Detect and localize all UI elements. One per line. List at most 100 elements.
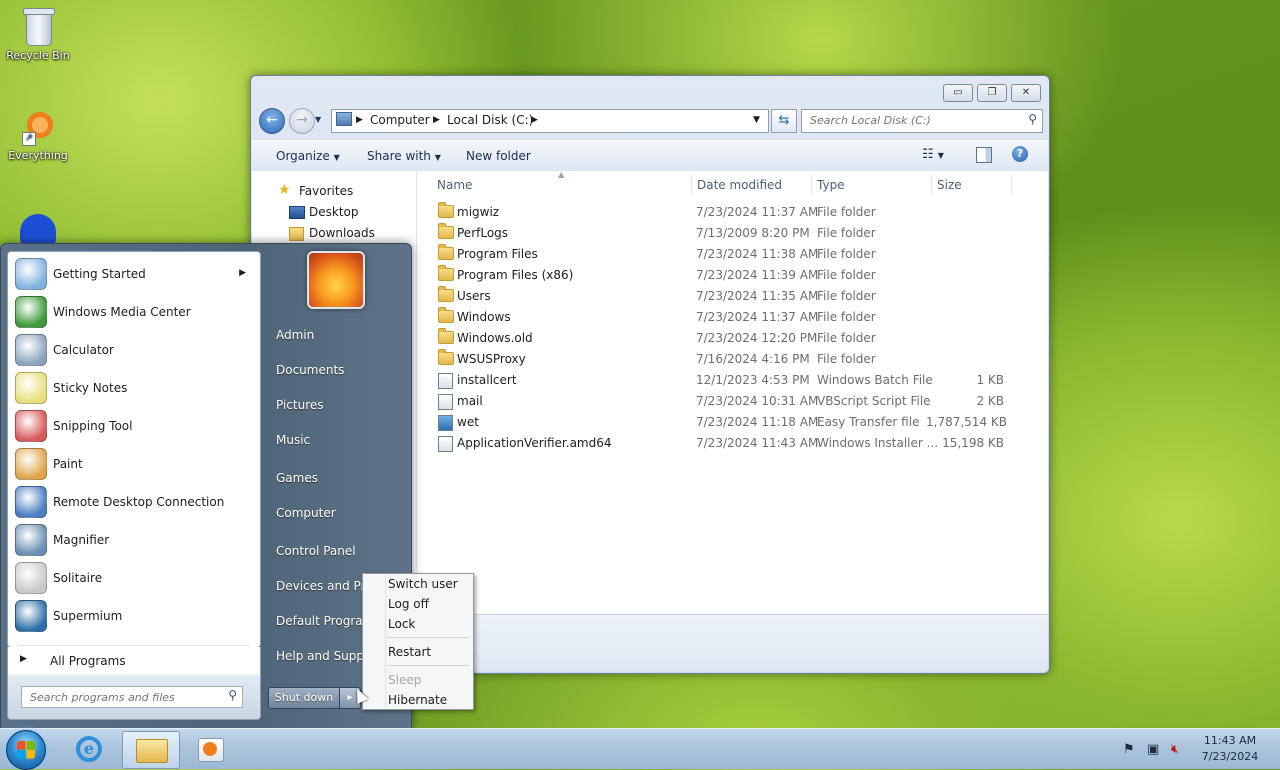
shutdown-button[interactable]: Shut down bbox=[268, 687, 340, 709]
column-header-size[interactable]: Size bbox=[937, 178, 962, 192]
forward-button[interactable]: → bbox=[289, 108, 315, 134]
column-header-name[interactable]: Name bbox=[437, 178, 472, 192]
start-place-games[interactable]: Games bbox=[276, 471, 396, 485]
all-programs-arrow-icon: ▶ bbox=[20, 654, 27, 664]
search-box[interactable]: ⚲ bbox=[801, 109, 1043, 133]
start-place-documents[interactable]: Documents bbox=[276, 363, 396, 377]
taskbar-media-player[interactable] bbox=[184, 731, 240, 767]
action-center-flag-icon[interactable]: ⚑ bbox=[1123, 742, 1135, 757]
navigation-bar: ← → ▼ ▶ Computer ▶ Local Disk (C:) ▶ ▼ ⇆… bbox=[257, 106, 1043, 136]
file-name: Users bbox=[457, 289, 491, 303]
breadcrumb-separator-icon: ▶ bbox=[356, 115, 363, 125]
file-row[interactable]: migwiz 7/23/2024 11:37 AM File folder bbox=[436, 202, 1016, 223]
menu-item-hibernate[interactable]: Hibernate bbox=[388, 693, 447, 707]
desktop-icon-everything[interactable]: ↗ Everything bbox=[0, 112, 76, 162]
breadcrumb-local-disk[interactable]: Local Disk (C:) bbox=[447, 113, 533, 127]
new-folder-button[interactable]: New folder bbox=[466, 149, 531, 163]
windows-explorer-folder-icon bbox=[136, 739, 168, 763]
start-program-item[interactable]: Remote Desktop Connection bbox=[12, 484, 256, 520]
address-bar[interactable]: ▶ Computer ▶ Local Disk (C:) ▶ ▼ bbox=[331, 109, 769, 133]
start-program-item[interactable]: Calculator bbox=[12, 332, 256, 368]
file-row[interactable]: wet 7/23/2024 11:18 AM Easy Transfer file 1… bbox=[436, 412, 1016, 433]
remote-desktop-icon bbox=[15, 486, 47, 518]
file-row[interactable]: Program Files (x86) 7/23/2024 11:39 AM Fil… bbox=[436, 265, 1016, 286]
file-row[interactable]: Users 7/23/2024 11:35 AM File folder bbox=[436, 286, 1016, 307]
file-size: 2 KB bbox=[976, 394, 1004, 408]
network-icon[interactable]: ▣ bbox=[1147, 742, 1159, 757]
start-program-item[interactable]: Solitaire bbox=[12, 560, 256, 596]
change-view-button[interactable]: ☷ ▼ bbox=[922, 147, 944, 162]
favorites-star-icon: ★ bbox=[278, 182, 291, 198]
file-row[interactable]: WSUSProxy 7/16/2024 4:16 PM File folder bbox=[436, 349, 1016, 370]
nav-favorites[interactable]: Favorites bbox=[299, 184, 353, 198]
magnifier-icon bbox=[15, 524, 47, 556]
start-program-item[interactable]: Snipping Tool bbox=[12, 408, 256, 444]
nav-desktop[interactable]: Desktop bbox=[309, 205, 359, 219]
file-row[interactable]: Program Files 7/23/2024 11:38 AM File fold… bbox=[436, 244, 1016, 265]
breadcrumb-computer[interactable]: Computer bbox=[370, 113, 430, 127]
file-type: Windows Batch File bbox=[817, 373, 933, 387]
share-with-button[interactable]: Share with ▼ bbox=[367, 149, 441, 163]
back-button[interactable]: ← bbox=[259, 108, 285, 134]
start-place-admin[interactable]: Admin bbox=[276, 328, 396, 342]
help-button[interactable]: ? bbox=[1012, 146, 1028, 162]
taskbar-windows-explorer[interactable] bbox=[122, 731, 180, 769]
start-search-input[interactable] bbox=[28, 690, 222, 705]
close-button[interactable]: ✕ bbox=[1011, 84, 1041, 102]
menu-item-lock[interactable]: Lock bbox=[388, 617, 415, 631]
column-separator[interactable] bbox=[931, 175, 932, 195]
organize-button[interactable]: Organize ▼ bbox=[276, 149, 340, 163]
menu-item-restart[interactable]: Restart bbox=[388, 645, 431, 659]
start-program-item[interactable]: Sticky Notes bbox=[12, 370, 256, 406]
menu-item-log-off[interactable]: Log off bbox=[388, 597, 429, 611]
start-menu: Getting Started ▶ Windows Media Center Calc… bbox=[0, 243, 412, 730]
file-row[interactable]: installcert 12/1/2023 4:53 PM Windows Batc… bbox=[436, 370, 1016, 391]
start-program-item[interactable]: Paint bbox=[12, 446, 256, 482]
start-button[interactable] bbox=[6, 730, 46, 770]
start-place-devices-and-printers[interactable]: Devices and Printers bbox=[276, 579, 362, 593]
file-name: Program Files (x86) bbox=[457, 268, 574, 282]
all-programs-button[interactable]: ▶ All Programs bbox=[7, 647, 261, 675]
file-name: WSUSProxy bbox=[457, 352, 526, 366]
refresh-button[interactable]: ⇆ bbox=[771, 109, 797, 133]
column-separator[interactable] bbox=[1011, 175, 1012, 195]
address-dropdown-icon[interactable]: ▼ bbox=[753, 115, 760, 125]
search-icon: ⚲ bbox=[1028, 112, 1037, 126]
volume-muted-icon[interactable]: 🔇︎ bbox=[1171, 742, 1179, 757]
start-place-help-and-support[interactable]: Help and Support bbox=[276, 649, 362, 663]
start-place-computer[interactable]: Computer bbox=[276, 506, 396, 520]
file-row[interactable]: PerfLogs 7/13/2009 8:20 PM File folder bbox=[436, 223, 1016, 244]
start-program-label: Sticky Notes bbox=[53, 381, 128, 395]
nav-downloads[interactable]: Downloads bbox=[309, 226, 375, 240]
start-program-item[interactable]: Getting Started ▶ bbox=[12, 256, 256, 292]
column-header-type[interactable]: Type bbox=[817, 178, 845, 192]
start-place-control-panel[interactable]: Control Panel bbox=[276, 544, 396, 558]
file-row[interactable]: Windows 7/23/2024 11:37 AM File folder bbox=[436, 307, 1016, 328]
file-row[interactable]: ApplicationVerifier.amd64 7/23/2024 11:43… bbox=[436, 433, 1016, 454]
column-header-date[interactable]: Date modified bbox=[697, 178, 782, 192]
start-place-default-programs[interactable]: Default Programs bbox=[276, 614, 362, 628]
desktop-icon-recycle-bin[interactable]: Recycle Bin bbox=[0, 6, 76, 62]
minimize-button[interactable]: ▭ bbox=[943, 84, 973, 102]
taskbar-internet-explorer[interactable]: e bbox=[62, 731, 118, 767]
start-place-pictures[interactable]: Pictures bbox=[276, 398, 396, 412]
start-program-item[interactable]: Magnifier bbox=[12, 522, 256, 558]
start-search-box[interactable]: ⚲ bbox=[21, 686, 243, 708]
user-picture-flower[interactable] bbox=[307, 251, 365, 309]
start-program-item[interactable]: Supermium bbox=[12, 598, 256, 634]
preview-pane-button[interactable] bbox=[976, 147, 992, 163]
recent-pages-chevron-icon[interactable]: ▼ bbox=[315, 115, 321, 124]
start-search-area: ⚲ bbox=[7, 675, 261, 720]
start-place-music[interactable]: Music bbox=[276, 433, 396, 447]
column-separator[interactable] bbox=[691, 175, 692, 195]
column-separator[interactable] bbox=[811, 175, 812, 195]
system-clock[interactable]: 11:43 AM 7/23/2024 bbox=[1190, 733, 1270, 765]
menu-item-switch-user[interactable]: Switch user bbox=[388, 577, 458, 591]
search-input[interactable] bbox=[808, 113, 1012, 128]
start-program-item[interactable]: Windows Media Center bbox=[12, 294, 256, 330]
file-row[interactable]: Windows.old 7/23/2024 12:20 PM File folder bbox=[436, 328, 1016, 349]
jump-list-arrow-icon[interactable]: ▶ bbox=[239, 268, 246, 278]
start-program-label: Solitaire bbox=[53, 571, 103, 585]
maximize-button[interactable]: ❐ bbox=[977, 84, 1007, 102]
file-row[interactable]: mail 7/23/2024 10:31 AM VBScript Script Fi… bbox=[436, 391, 1016, 412]
